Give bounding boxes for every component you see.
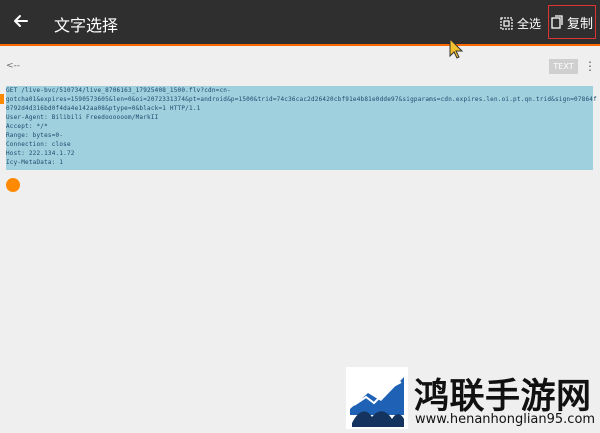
select-all-label: 全选 — [517, 16, 542, 31]
request-line: Range: bytes=0- — [6, 132, 64, 139]
selected-text-block[interactable]: GET /live-bvc/510734/live_8706163_179254… — [6, 86, 597, 170]
request-line: Icy-MetaData: 1 — [6, 159, 64, 166]
request-line: Host: 222.134.1.72 — [6, 150, 75, 157]
page-title: 文字选择 — [54, 16, 119, 35]
text-view-button[interactable]: TEXT — [549, 59, 578, 74]
selection-start-handle[interactable] — [0, 94, 4, 104]
more-options-icon[interactable]: ⋮ — [584, 57, 596, 75]
request-line: GET /live-bvc/510734/live_8706163_179254… — [6, 87, 231, 94]
select-all-button[interactable]: 全选 — [500, 12, 541, 34]
back-arrow-icon[interactable] — [10, 11, 30, 31]
request-line: 0792d4d316bd0f4da4e142aa08&ptype=0&black… — [6, 105, 201, 112]
request-line: Connection: close — [6, 141, 71, 148]
copy-label: 复制 — [566, 16, 593, 32]
content-header: <-- TEXT ⋮ — [0, 48, 600, 84]
text-selection-screen: 文字选择 全选 复制 <-- TEXT ⋮ GET /live-bvc/5107… — [0, 0, 600, 433]
select-all-icon — [500, 16, 513, 30]
watermark-domain: www.henanhonglian95.com — [415, 412, 596, 427]
copy-button[interactable]: 复制 — [548, 5, 596, 39]
watermark-logo — [346, 367, 408, 429]
request-line: Accept: */* — [6, 123, 48, 130]
request-line: User-Agent: Bilibili Freedoooooom/MarkII — [6, 114, 159, 121]
copy-icon — [551, 15, 563, 29]
logo-icon — [350, 377, 404, 427]
request-line: gotcha01&expires=1590573605&len=0&oi=207… — [6, 96, 597, 103]
prev-indicator: <-- — [6, 61, 21, 71]
top-toolbar: 文字选择 全选 复制 — [0, 0, 600, 59]
selection-end-handle[interactable] — [6, 178, 20, 192]
